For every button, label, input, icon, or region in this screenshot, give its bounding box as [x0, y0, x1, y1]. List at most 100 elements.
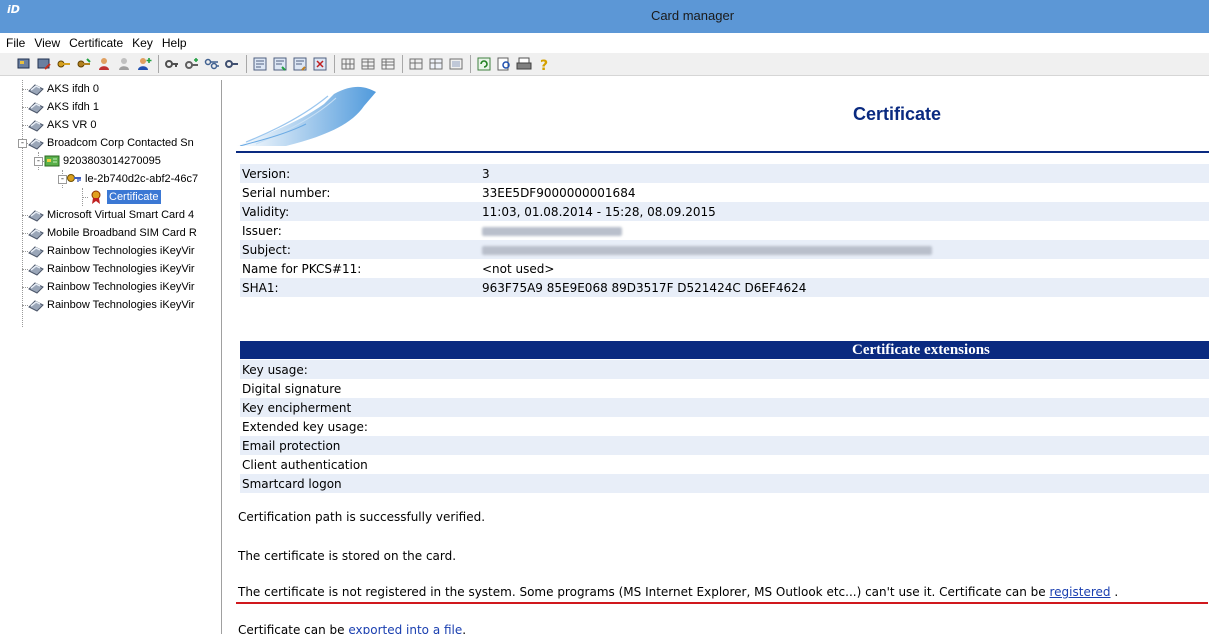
menu-certificate[interactable]: Certificate	[69, 36, 123, 50]
tree-item[interactable]: 9203803014270095	[44, 152, 161, 170]
export-link[interactable]: exported into a file	[348, 623, 462, 634]
user-icon	[99, 58, 109, 70]
card-read-button[interactable]	[16, 56, 32, 72]
user-add-icon	[138, 58, 152, 70]
property-row: Serial number: 33EE5DF9000000001684	[240, 183, 1209, 202]
table-view-button[interactable]	[448, 56, 464, 72]
property-key: Version:	[240, 164, 480, 183]
extension-label: Digital signature	[240, 379, 480, 398]
tree-item[interactable]: Rainbow Technologies iKeyVir	[28, 296, 195, 314]
grid-alt-button[interactable]	[360, 56, 376, 72]
tree-item[interactable]: Rainbow Technologies iKeyVir	[28, 242, 195, 260]
key-pair-icon	[204, 58, 219, 70]
refresh-icon	[477, 57, 491, 71]
grid-table-button[interactable]	[380, 56, 396, 72]
toolbar-separator	[158, 55, 159, 73]
user-disabled-button[interactable]	[116, 56, 132, 72]
tree-item[interactable]: AKS ifdh 0	[28, 80, 99, 98]
card-reader-icon	[28, 225, 44, 241]
extension-label: Smartcard logon	[240, 474, 480, 493]
tree-item[interactable]: AKS VR 0	[28, 116, 97, 134]
tree-connector	[22, 251, 28, 252]
cert-delete-button[interactable]	[312, 56, 328, 72]
tree-item[interactable]: Microsoft Virtual Smart Card 4	[28, 206, 194, 224]
grid-icon	[341, 58, 355, 70]
card-read-icon	[17, 58, 30, 69]
extension-row: Digital signature	[240, 379, 1209, 398]
extension-label: Key usage:	[240, 360, 480, 379]
table-add-button[interactable]	[428, 56, 444, 72]
card-write-button[interactable]	[36, 56, 52, 72]
find-icon	[497, 57, 510, 71]
card-tree[interactable]: AKS ifdh 0 AKS ifdh 1 AKS VR 0 Broadcom Cor…	[0, 80, 222, 634]
refresh-button[interactable]	[476, 56, 492, 72]
find-button[interactable]	[496, 56, 512, 72]
collapse-toggle-icon[interactable]: -	[34, 157, 43, 166]
key-pair-button[interactable]	[204, 56, 220, 72]
tree-connector	[22, 89, 28, 90]
tree-item[interactable]: Broadcom Corp Contacted Sn	[28, 134, 194, 152]
smart-card-icon	[44, 153, 60, 169]
key-export-button[interactable]	[76, 56, 92, 72]
key-delete-button[interactable]	[224, 56, 240, 72]
collapse-toggle-icon[interactable]: -	[58, 175, 67, 184]
tree-item[interactable]: le-2b740d2c-abf2-46c7	[66, 170, 198, 188]
register-link[interactable]: registered	[1050, 585, 1111, 599]
table-button[interactable]	[408, 56, 424, 72]
property-value: 3	[480, 164, 1209, 183]
menu-key[interactable]: Key	[132, 36, 153, 50]
cert-export-button[interactable]	[292, 56, 308, 72]
card-reader-icon	[28, 243, 44, 259]
extension-label: Extended key usage:	[240, 417, 480, 436]
card-reader-icon	[28, 207, 44, 223]
menu-view[interactable]: View	[34, 36, 60, 50]
user-add-button[interactable]	[136, 56, 152, 72]
cert-import-button[interactable]	[272, 56, 288, 72]
tree-item-label: Certificate	[107, 190, 161, 204]
extension-row: Smartcard logon	[240, 474, 1209, 493]
redacted-value	[482, 226, 622, 236]
tree-item-label: Microsoft Virtual Smart Card 4	[47, 209, 195, 221]
property-value	[480, 240, 1209, 259]
user-button[interactable]	[96, 56, 112, 72]
menu-file[interactable]: File	[6, 36, 25, 50]
table-view-icon	[449, 58, 463, 70]
collapse-toggle-icon[interactable]: -	[18, 139, 27, 148]
tree-connector	[22, 269, 28, 270]
property-value: 963F75A9 85E9E068 89D3517F D521424C D6EF…	[480, 278, 1209, 297]
key-add-button[interactable]	[184, 56, 200, 72]
property-row: Validity: 11:03, 01.08.2014 - 15:28, 08.0…	[240, 202, 1209, 221]
key-export-icon	[77, 58, 91, 68]
tree-item[interactable]: Mobile Broadband SIM Card R	[28, 224, 197, 242]
tree-item[interactable]: Rainbow Technologies iKeyVir	[28, 278, 195, 296]
tree-item[interactable]: Certificate	[88, 188, 161, 206]
tree-item-label: Rainbow Technologies iKeyVir	[47, 281, 195, 293]
window-title: Card manager	[650, 8, 735, 23]
certificate-heading: Certificate	[853, 104, 942, 124]
property-key: Serial number:	[240, 183, 480, 202]
print-icon	[516, 57, 532, 70]
card-reader-icon	[28, 135, 44, 151]
tree-item[interactable]: AKS ifdh 1	[28, 98, 99, 116]
extension-value	[480, 398, 1209, 417]
toolbar-separator	[334, 55, 335, 73]
cert-view-button[interactable]	[252, 56, 268, 72]
property-key: Issuer:	[240, 221, 480, 240]
print-button[interactable]	[516, 56, 532, 72]
tree-item[interactable]: Rainbow Technologies iKeyVir	[28, 260, 195, 278]
key-import-button[interactable]	[56, 56, 72, 72]
toolbar: ?	[0, 53, 1209, 76]
extension-row: Client authentication	[240, 455, 1209, 474]
tree-item-label: 9203803014270095	[63, 155, 161, 167]
menu-help[interactable]: Help	[162, 36, 187, 50]
grid-button[interactable]	[340, 56, 356, 72]
help-button[interactable]: ?	[536, 56, 552, 72]
key-button[interactable]	[164, 56, 180, 72]
cert-export-icon	[293, 57, 307, 71]
tree-connector	[22, 215, 28, 216]
redacted-value	[482, 245, 932, 255]
grid-alt-icon	[361, 58, 375, 70]
extension-label: Email protection	[240, 436, 480, 455]
extension-value	[480, 455, 1209, 474]
table-add-icon	[429, 58, 443, 70]
